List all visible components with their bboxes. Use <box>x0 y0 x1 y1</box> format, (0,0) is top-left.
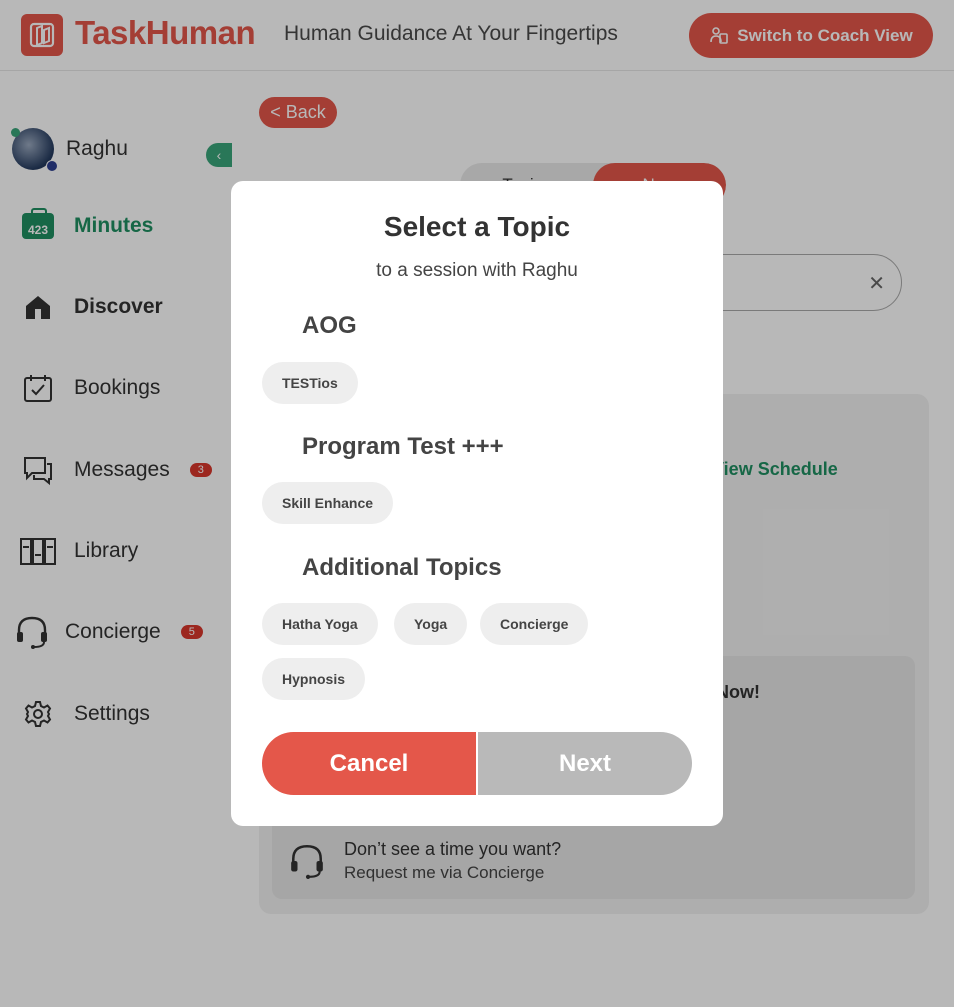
topic-group-title: Additional Topics <box>302 554 502 581</box>
modal-title: Select a Topic <box>383 211 571 242</box>
cancel-button[interactable]: Cancel <box>262 732 476 795</box>
topic-chip[interactable]: Skill Enhance <box>262 482 394 524</box>
select-topic-modal: Select a Topic to a session with Raghu A… <box>231 181 723 826</box>
modal-subtitle: to a session with Raghu <box>376 260 578 281</box>
topic-chip[interactable]: Concierge <box>480 603 589 645</box>
next-button[interactable]: Next <box>478 732 692 795</box>
topic-chip[interactable]: TESTios <box>262 362 358 404</box>
topic-chip[interactable]: Hatha Yoga <box>262 603 378 645</box>
topic-group-title: Program Test +++ <box>302 433 504 460</box>
topic-chip[interactable]: Yoga <box>394 603 468 645</box>
topic-chip[interactable]: Hypnosis <box>262 658 366 700</box>
topic-group-title: AOG <box>302 312 357 339</box>
